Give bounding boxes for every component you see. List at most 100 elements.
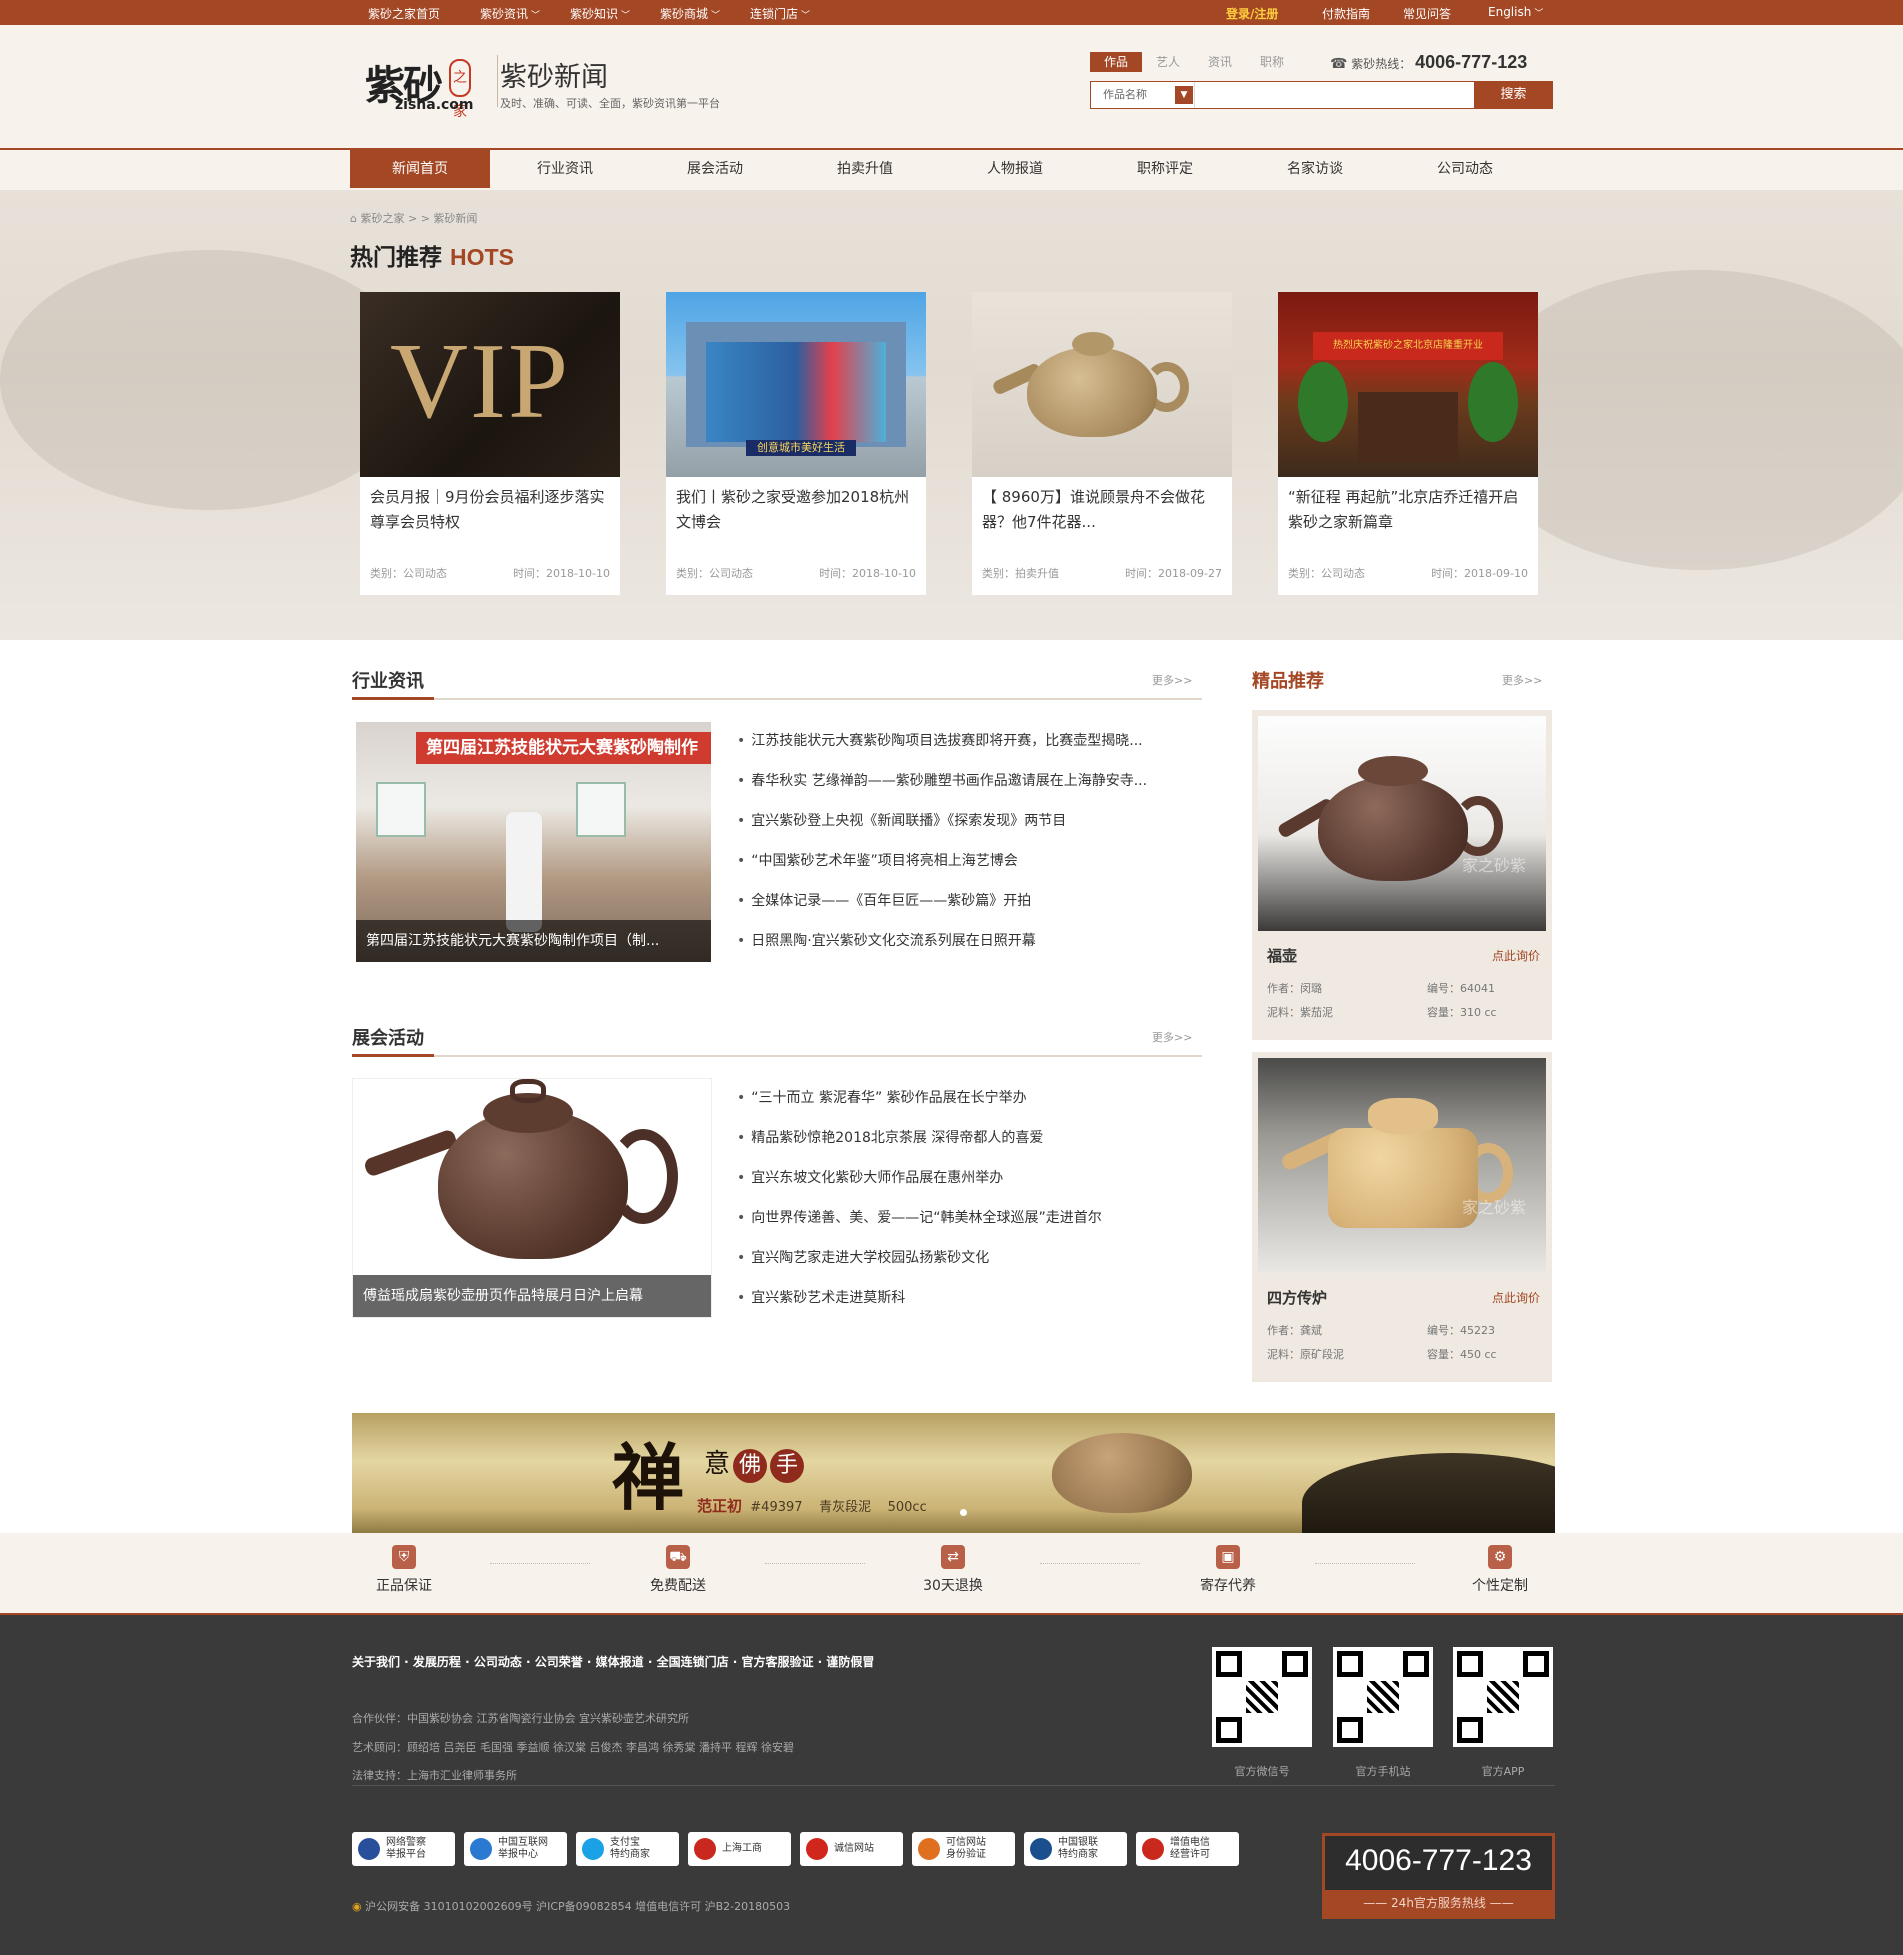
topbar-news-menu[interactable]: 紫砂资讯 ﹀	[480, 5, 540, 22]
expo-feature-caption[interactable]: 傅益瑶成扇紫砂壶册页作品特展月日沪上启幕	[353, 1275, 711, 1317]
expo-feature[interactable]: 傅益瑶成扇紫砂壶册页作品特展月日沪上启幕	[352, 1078, 712, 1318]
caret-down-icon[interactable]: ▼	[1175, 86, 1193, 104]
qr-label: 官方微信号	[1234, 1765, 1290, 1778]
teapot-image	[972, 292, 1232, 477]
qr-code	[1453, 1647, 1553, 1747]
list-item[interactable]: 宜兴紫砂艺术走进莫斯科	[737, 1278, 1207, 1318]
unionpay-icon	[1030, 1838, 1052, 1860]
badge-report-center[interactable]: 中国互联网 举报中心	[464, 1832, 567, 1866]
badge-police[interactable]: 网络警察 举报平台	[352, 1832, 455, 1866]
nav-company[interactable]: 公司动态	[1390, 150, 1540, 188]
badge-credit[interactable]: 诚信网站	[800, 1832, 903, 1866]
teapot-body	[1318, 776, 1468, 881]
search-tab-news[interactable]: 资讯	[1194, 52, 1246, 72]
hot-card[interactable]: VIP 会员月报｜9月份会员福利逐步落实 尊享会员特权 类别：公司动态 时间：20…	[360, 292, 620, 595]
banner-capacity: 500cc	[887, 1500, 927, 1515]
hot-card-title[interactable]: 会员月报｜9月份会员福利逐步落实 尊享会员特权	[360, 477, 620, 547]
product-name[interactable]: 四方传炉	[1267, 1287, 1327, 1308]
list-item[interactable]: 江苏技能状元大赛紫砂陶项目选拔赛即将开赛，比赛壶型揭晓...	[737, 721, 1207, 761]
list-item[interactable]: 春华秋实 艺缘禅韵——紫砂雕塑书画作品邀请展在上海静安寺...	[737, 761, 1207, 801]
industry-more-link[interactable]: 更多>>	[1152, 672, 1192, 688]
trust-badges: 网络警察 举报平台 中国互联网 举报中心 支付宝 特约商家 上海工商 诚信网站 可信网…	[352, 1832, 1248, 1866]
product-card[interactable]: 家之砂紫 福壶 点此询价 作者：闵璐 编号：64041 泥料：紫茄泥 容量：310 …	[1252, 710, 1552, 1040]
nav-titles[interactable]: 职称评定	[1090, 150, 1240, 188]
list-item[interactable]: 精品紫砂惊艳2018北京茶展 深得帝都人的喜爱	[737, 1118, 1207, 1158]
site-logo[interactable]: 紫砂 之家 zisha.com	[365, 53, 485, 120]
search-button[interactable]: 搜索	[1474, 81, 1553, 109]
service-custom[interactable]: ⚙ 个性定制	[1440, 1545, 1560, 1595]
expo-more-link[interactable]: 更多>>	[1152, 1029, 1192, 1045]
hot-card[interactable]: 【 8960万】谁说顾景舟不会做花器？他7件花器... 类别：拍卖升值 时间：20…	[972, 292, 1232, 595]
topbar-home-link[interactable]: 紫砂之家首页	[368, 5, 440, 22]
list-item[interactable]: 宜兴紫砂登上央视《新闻联播》《探索发现》两节目	[737, 801, 1207, 841]
search-input[interactable]	[1199, 85, 1439, 105]
gear-icon: ⚙	[1488, 1545, 1512, 1569]
hot-card-title[interactable]: 我们丨紫砂之家受邀参加2018杭州文博会	[666, 477, 926, 547]
hot-card-title[interactable]: 【 8960万】谁说顾景舟不会做花器？他7件花器...	[972, 477, 1232, 547]
featured-title: 精品推荐	[1252, 671, 1324, 692]
nav-news-home[interactable]: 新闻首页	[350, 150, 490, 188]
qr-wechat[interactable]: 官方微信号	[1212, 1647, 1312, 1779]
icp-text: 沪公网安备 31010102002609号 沪ICP备09082854 增值电信…	[365, 1900, 791, 1913]
list-item[interactable]: “中国紫砂艺术年鉴”项目将亮相上海艺博会	[737, 841, 1207, 881]
topbar-shop-menu[interactable]: 紫砂商城 ﹀	[660, 5, 720, 22]
badge-trusted-site[interactable]: 可信网站 身份验证	[912, 1832, 1015, 1866]
industry-feature[interactable]: 第四届江苏技能状元大赛紫砂陶制作 第四届江苏技能状元大赛紫砂陶制作项目（制...	[356, 722, 711, 962]
product-card[interactable]: 家之砂紫 四方传炉 点此询价 作者：龚斌 编号：45223 泥料：原矿段泥 容量：4…	[1252, 1052, 1552, 1382]
badge-shanghai-aic[interactable]: 上海工商	[688, 1832, 791, 1866]
hot-card[interactable]: 创意城市美好生活 我们丨紫砂之家受邀参加2018杭州文博会 类别：公司动态 时间：…	[666, 292, 926, 595]
list-item[interactable]: 日照黑陶·宜兴紫砂文化交流系列展在日照开幕	[737, 921, 1207, 961]
nav-expo[interactable]: 展会活动	[640, 150, 790, 188]
service-return[interactable]: ⇄ 30天退换	[893, 1545, 1013, 1595]
list-item[interactable]: 宜兴东坡文化紫砂大师作品展在惠州举办	[737, 1158, 1207, 1198]
inquire-price-link[interactable]: 点此询价	[1492, 947, 1540, 964]
industry-list: 江苏技能状元大赛紫砂陶项目选拔赛即将开赛，比赛壶型揭晓... 春华秋实 艺缘禅韵…	[737, 721, 1207, 961]
search-tab-works[interactable]: 作品	[1090, 52, 1142, 72]
nav-people[interactable]: 人物报道	[940, 150, 1090, 188]
badge-line: 上海工商	[722, 1843, 762, 1854]
service-genuine[interactable]: ⛨ 正品保证	[344, 1545, 464, 1595]
list-item[interactable]: 全媒体记录——《百年巨匠——紫砂篇》开拍	[737, 881, 1207, 921]
service-delivery[interactable]: ⛟ 免费配送	[618, 1545, 738, 1595]
shield-icon: ⛨	[392, 1545, 416, 1569]
home-icon: ⌂	[350, 212, 361, 225]
search-tab-artists[interactable]: 艺人	[1142, 52, 1194, 72]
nav-auction[interactable]: 拍卖升值	[790, 150, 940, 188]
carousel-dot[interactable]	[960, 1509, 967, 1516]
dotted-divider	[1040, 1563, 1140, 1564]
report-icon	[470, 1838, 492, 1860]
hot-card-meta: 类别：公司动态 时间：2018-09-10	[1288, 565, 1528, 581]
badge-unionpay[interactable]: 中国银联 特约商家	[1024, 1832, 1127, 1866]
language-switch[interactable]: English ﹀	[1488, 5, 1543, 19]
inquire-price-link[interactable]: 点此询价	[1492, 1289, 1540, 1306]
list-item[interactable]: “三十而立 紫泥春华” 紫砂作品展在长宁举办	[737, 1078, 1207, 1118]
list-item[interactable]: 向世界传递善、美、爱——记“韩美林全球巡展”走进首尔	[737, 1198, 1207, 1238]
nav-industry[interactable]: 行业资讯	[490, 150, 640, 188]
featured-more-link[interactable]: 更多>>	[1502, 672, 1542, 688]
login-register-link[interactable]: 登录/注册	[1226, 5, 1278, 22]
industry-feature-caption[interactable]: 第四届江苏技能状元大赛紫砂陶制作项目（制...	[356, 920, 711, 962]
badge-alipay[interactable]: 支付宝 特约商家	[576, 1832, 679, 1866]
badge-telecom[interactable]: 增值电信 经营许可	[1136, 1832, 1239, 1866]
hot-card[interactable]: 热烈庆祝紫砂之家北京店隆重开业 “新征程 再起航”北京店乔迁禧开启紫砂之家新篇章…	[1278, 292, 1538, 595]
faq-link[interactable]: 常见问答	[1403, 5, 1451, 22]
breadcrumb-text[interactable]: 紫砂之家 > > 紫砂新闻	[360, 212, 477, 225]
qr-code	[1212, 1647, 1312, 1747]
search-tab-titles[interactable]: 职称	[1246, 52, 1298, 72]
qr-mobile[interactable]: 官方手机站	[1333, 1647, 1433, 1779]
product-name[interactable]: 福壶	[1267, 945, 1297, 966]
hot-card-title[interactable]: “新征程 再起航”北京店乔迁禧开启紫砂之家新篇章	[1278, 477, 1538, 547]
payment-guide-link[interactable]: 付款指南	[1322, 5, 1370, 22]
dotted-divider	[490, 1563, 590, 1564]
list-item[interactable]: 宜兴陶艺家走进大学校园弘扬紫砂文化	[737, 1238, 1207, 1278]
footer-links[interactable]: 关于我们 · 发展历程 · 公司动态 · 公司荣誉 · 媒体报道 · 全国连锁门…	[352, 1653, 874, 1670]
promo-banner[interactable]: 禅 意佛手 范正初 #49397 青灰段泥 500cc	[352, 1413, 1555, 1533]
qr-app[interactable]: 官方APP	[1453, 1647, 1553, 1779]
product-meta-row: 泥料：原矿段泥 容量：450 cc	[1267, 1346, 1537, 1362]
banner-artist: 范正初	[697, 1497, 743, 1515]
topbar-stores-menu[interactable]: 连锁门店 ﹀	[750, 5, 810, 22]
dotted-divider	[1315, 1563, 1415, 1564]
nav-interviews[interactable]: 名家访谈	[1240, 150, 1390, 188]
topbar-knowledge-menu[interactable]: 紫砂知识 ﹀	[570, 5, 630, 22]
service-storage[interactable]: ▣ 寄存代养	[1168, 1545, 1288, 1595]
